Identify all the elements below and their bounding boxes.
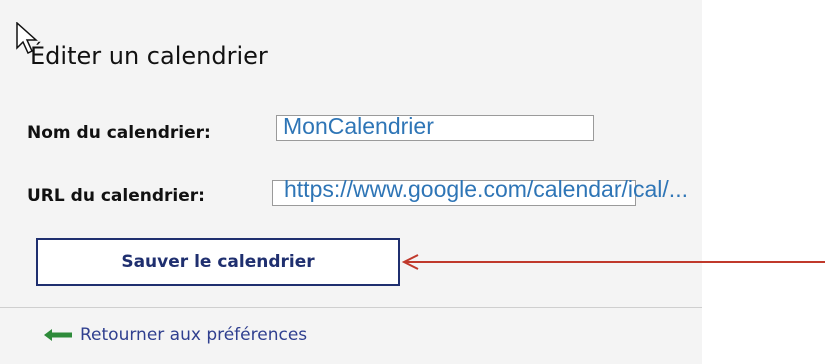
red-arrow-annotation xyxy=(401,254,825,270)
